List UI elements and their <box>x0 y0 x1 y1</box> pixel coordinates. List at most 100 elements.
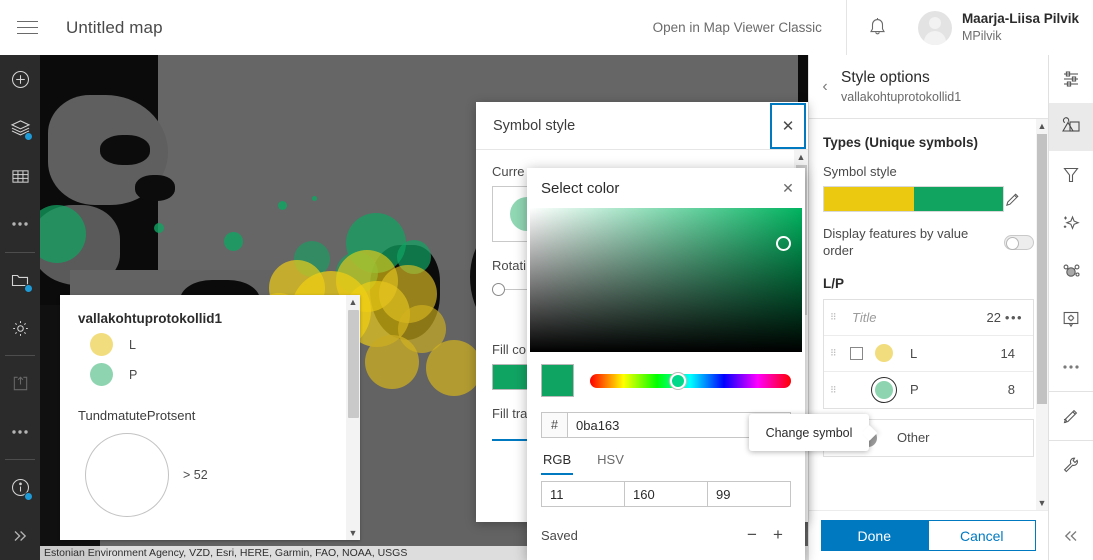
rgb-r-input[interactable] <box>541 481 624 507</box>
legend-swatch-l <box>90 333 113 356</box>
header-right-group: Open in Map Viewer Classic Maarja-Liisa … <box>653 0 1093 55</box>
lp-table: ⠿ Title 22 ••• ⠿ L 14 ⠿ P 8 <box>823 298 1034 409</box>
right-toolbar <box>1048 55 1093 560</box>
chevron-up-icon[interactable]: ▲ <box>1038 119 1047 133</box>
rgb-b-input[interactable] <box>707 481 791 507</box>
lp-row-count: 8 <box>1007 382 1015 398</box>
basemap-folder-icon[interactable] <box>0 256 40 304</box>
lp-header-row: ⠿ Title 22 ••• <box>824 300 1033 336</box>
lp-row-label: P <box>910 382 919 398</box>
notification-bell-icon[interactable] <box>847 0 908 55</box>
legend-label: P <box>129 367 138 382</box>
collapse-left-icon[interactable] <box>1049 512 1093 560</box>
remove-saved-color-button[interactable]: − <box>739 525 765 545</box>
lp-row-count: 14 <box>1000 345 1015 361</box>
close-x-icon[interactable]: ✕ <box>771 180 805 197</box>
more-options-icon[interactable] <box>0 408 40 456</box>
current-color-swatch <box>541 364 574 397</box>
table-icon[interactable] <box>0 152 40 200</box>
settings-gear-icon[interactable] <box>0 304 40 352</box>
drag-handle-icon[interactable]: ⠿ <box>830 313 846 322</box>
other-row-label: Other <box>897 430 930 446</box>
open-in-map-viewer-classic-link[interactable]: Open in Map Viewer Classic <box>653 20 846 35</box>
style-panel-titles: Style options vallakohtuprotokollid1 <box>841 68 961 106</box>
drag-handle-icon[interactable]: ⠿ <box>830 349 846 358</box>
pencil-icon[interactable] <box>1004 191 1034 208</box>
close-x-icon[interactable]: ✕ <box>770 102 806 149</box>
hue-slider-knob[interactable] <box>670 372 687 389</box>
chevron-down-icon[interactable]: ▼ <box>349 526 358 540</box>
hex-prefix-label: # <box>542 413 568 437</box>
more-options-icon[interactable] <box>1049 343 1093 391</box>
symbol-dialog-header: Symbol style ✕ <box>476 102 808 150</box>
user-info: Maarja-Liisa Pilvik MPilvik <box>962 10 1093 44</box>
map-symbol-bubble[interactable] <box>398 305 446 353</box>
filter-funnel-icon[interactable] <box>1049 151 1093 199</box>
saturation-value-knob[interactable] <box>776 236 791 251</box>
tab-hsv[interactable]: HSV <box>595 452 626 475</box>
avatar[interactable] <box>917 10 952 45</box>
rail-divider <box>5 355 35 357</box>
info-badge <box>24 491 33 501</box>
rail-divider <box>5 251 35 253</box>
map-symbol-bubble[interactable] <box>154 223 164 233</box>
table-row[interactable]: ⠿ P 8 <box>824 372 1033 408</box>
lp-row-symbol[interactable] <box>871 376 897 403</box>
ellipsis-icon[interactable]: ••• <box>1001 310 1027 325</box>
rgb-g-input[interactable] <box>624 481 707 507</box>
chevron-left-icon[interactable]: ‹ <box>809 78 841 96</box>
hue-slider[interactable] <box>590 372 791 389</box>
chevron-down-icon[interactable]: ▼ <box>1038 496 1047 510</box>
legend-scrollbar[interactable]: ▲ ▼ <box>346 295 360 540</box>
rgb-inputs <box>541 481 791 507</box>
symbol-style-row <box>823 186 1034 212</box>
effects-sparkle-icon[interactable] <box>1049 199 1093 247</box>
user-handle: MPilvik <box>961 29 1002 44</box>
lp-row-checkbox[interactable] <box>850 346 863 360</box>
rotation-slider-knob[interactable] <box>492 283 505 296</box>
lp-row-label: L <box>910 345 918 361</box>
hamburger-icon[interactable] <box>0 0 55 55</box>
popup-configure-icon[interactable] <box>1049 295 1093 343</box>
expand-right-icon[interactable] <box>0 512 40 560</box>
chevron-up-icon[interactable]: ▲ <box>349 295 358 309</box>
cancel-button[interactable]: Cancel <box>927 520 1036 551</box>
legend-item: P <box>60 356 360 386</box>
style-panel-header: ‹ Style options vallakohtuprotokollid1 <box>809 55 1048 119</box>
table-row[interactable]: ⠿ L 14 <box>824 336 1033 372</box>
sketch-pencil-icon[interactable] <box>1049 392 1093 440</box>
share-export-icon[interactable] <box>0 359 40 407</box>
map-symbol-bubble[interactable] <box>224 232 243 251</box>
map-symbol-bubble[interactable] <box>278 201 287 210</box>
display-order-toggle[interactable] <box>1004 235 1034 251</box>
map-symbol-bubble[interactable] <box>312 196 317 201</box>
display-order-row: Display features by value order <box>823 226 1034 260</box>
add-layer-icon[interactable] <box>0 55 40 103</box>
ramp-color-1 <box>824 187 914 211</box>
tab-rgb[interactable]: RGB <box>541 452 574 475</box>
legend-scroll-thumb[interactable] <box>347 310 359 418</box>
add-saved-color-button[interactable]: + <box>765 525 791 545</box>
style-panel-body: Types (Unique symbols) Symbol style Disp… <box>809 119 1048 510</box>
color-ramp-preview[interactable] <box>823 186 1004 212</box>
info-icon[interactable] <box>0 463 40 511</box>
clustering-icon[interactable] <box>1049 247 1093 295</box>
layers-icon[interactable] <box>0 103 40 151</box>
properties-sliders-icon[interactable] <box>1049 55 1093 103</box>
chevron-up-icon[interactable]: ▲ <box>797 150 806 164</box>
map-tools-wrench-icon[interactable] <box>1049 441 1093 489</box>
style-panel-scrollbar[interactable]: ▲ ▼ <box>1036 119 1048 510</box>
change-symbol-tooltip: Change symbol <box>749 414 869 451</box>
map-viewer-app: Untitled map Open in Map Viewer Classic … <box>0 0 1093 560</box>
done-button[interactable]: Done <box>821 520 928 551</box>
more-options-icon[interactable] <box>0 200 40 248</box>
drag-handle-icon[interactable]: ⠿ <box>830 385 846 394</box>
map-legend-card: vallakohtuprotokollid1 L P TundmatutePro… <box>60 295 360 540</box>
style-panel-scroll-thumb[interactable] <box>1037 134 1047 404</box>
saturation-value-field[interactable] <box>530 208 802 352</box>
layers-badge <box>24 131 33 141</box>
lp-row-symbol[interactable] <box>875 344 893 363</box>
left-toolbar <box>0 55 40 560</box>
styles-image-icon[interactable] <box>1048 103 1093 151</box>
lp-title-placeholder[interactable]: Title <box>846 310 987 325</box>
